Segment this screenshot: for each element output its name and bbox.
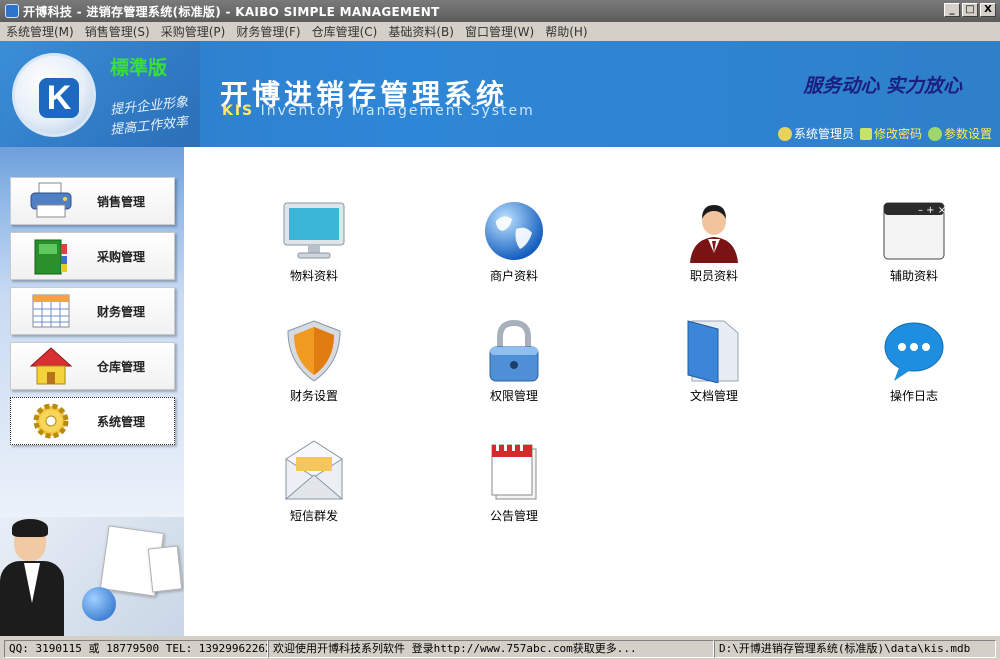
tile-finance-settings[interactable]: 财务设置 <box>264 319 364 404</box>
sidebar-item-sales[interactable]: 销售管理 <box>10 177 175 225</box>
window-title: 开博科技 - 进销存管理系统(标准版) - KAIBO SIMPLE MANAG… <box>23 4 440 19</box>
book-icon <box>29 236 73 276</box>
tile-auxiliary-data[interactable]: – + × 辅助资料 <box>864 199 964 284</box>
menu-purchase[interactable]: 采购管理(P) <box>161 23 226 40</box>
logo-letter: K <box>39 78 79 118</box>
close-button[interactable]: X <box>980 3 996 17</box>
globe-icon <box>482 199 546 263</box>
sidebar-label-warehouse: 仓库管理 <box>97 359 146 374</box>
tile-sms-broadcast[interactable]: 短信群发 <box>264 439 364 524</box>
menu-basic-data[interactable]: 基础资料(B) <box>388 23 454 40</box>
header-banner: K 標準版 提升企业形象 提高工作效率 开博进销存管理系统 KIS Invent… <box>0 41 1000 147</box>
sidebar-item-finance[interactable]: 财务管理 <box>10 287 175 335</box>
menu-warehouse[interactable]: 仓库管理(C) <box>312 23 378 40</box>
sidebar-label-sales: 销售管理 <box>97 194 146 209</box>
tile-label-announcement-management: 公告管理 <box>489 509 538 523</box>
window-controls: _ □ X <box>944 3 996 17</box>
header-links: 系统管理员 修改密码 参数设置 <box>777 125 992 142</box>
app-icon <box>5 4 19 18</box>
motto: 服务动心 实力放心 <box>803 75 962 97</box>
tile-announcement-management[interactable]: 公告管理 <box>464 439 564 524</box>
tile-label-operation-log: 操作日志 <box>889 389 938 403</box>
tile-label-permission-management: 权限管理 <box>489 389 538 403</box>
menu-help[interactable]: 帮助(H) <box>545 23 587 40</box>
logo-circle: K <box>12 53 96 137</box>
tile-label-document-management: 文档管理 <box>689 389 738 403</box>
envelope-icon <box>282 439 346 503</box>
logo-area: K 標準版 提升企业形象 提高工作效率 <box>0 41 200 147</box>
ad-person-hair <box>12 519 48 537</box>
tile-label-auxiliary-data: 辅助资料 <box>889 269 938 283</box>
system-subtitle: KIS Inventory Management System <box>222 103 535 119</box>
menu-sales[interactable]: 销售管理(S) <box>85 23 150 40</box>
printer-icon <box>29 181 73 221</box>
minimize-button[interactable]: _ <box>944 3 960 17</box>
status-db-path: D:\开博进销存管理系统(标准版)\data\kis.mdb <box>714 640 996 658</box>
ad-card-small <box>147 545 183 593</box>
current-user-label: 系统管理员 <box>793 127 854 141</box>
user-icon <box>777 126 792 141</box>
edition-label: 標準版 <box>110 57 168 79</box>
advertisement-image <box>0 517 184 636</box>
tile-document-management[interactable]: 文档管理 <box>664 319 764 404</box>
notepad-icon <box>482 439 546 503</box>
menu-finance[interactable]: 财务管理(F) <box>236 23 300 40</box>
sidebar-label-finance: 财务管理 <box>97 304 146 319</box>
shield-icon <box>282 319 346 383</box>
maximize-button[interactable]: □ <box>962 3 978 17</box>
tile-permission-management[interactable]: 权限管理 <box>464 319 564 404</box>
sidebar: 销售管理 采购管理 财务管理 仓库管理 系统管理 <box>0 147 184 636</box>
tile-label-finance-settings: 财务设置 <box>289 389 338 403</box>
monitor-icon <box>282 199 346 263</box>
tile-operation-log[interactable]: 操作日志 <box>864 319 964 404</box>
chat-bubble-icon <box>882 319 946 383</box>
settings-label: 参数设置 <box>943 127 992 141</box>
house-icon <box>29 346 73 386</box>
settings-link[interactable]: 参数设置 <box>927 125 992 142</box>
tile-material-data[interactable]: 物料资料 <box>264 199 364 284</box>
status-contact: QQ: 3190115 或 18779500 TEL: 13929962262 <box>4 640 268 658</box>
folder-icon <box>682 319 746 384</box>
change-password-link[interactable]: 修改密码 <box>859 125 922 142</box>
tile-label-merchant-data: 商户资料 <box>489 269 538 283</box>
sidebar-label-purchase: 采购管理 <box>97 249 146 264</box>
tile-merchant-data[interactable]: 商户资料 <box>464 199 564 284</box>
menu-system[interactable]: 系统管理(M) <box>6 23 74 40</box>
tile-label-material-data: 物料资料 <box>289 269 338 283</box>
status-welcome: 欢迎使用开博科技系列软件 登录http://www.757abc.com获取更多… <box>268 640 714 658</box>
window-icon: – + × <box>882 199 946 263</box>
window-titlebar[interactable]: 开博科技 - 进销存管理系统(标准版) - KAIBO SIMPLE MANAG… <box>0 0 1000 22</box>
svg-text:– + ×: – + × <box>918 205 946 216</box>
tile-staff-data[interactable]: 职员资料 <box>664 199 764 284</box>
current-user-link[interactable]: 系统管理员 <box>777 125 854 142</box>
sidebar-item-system[interactable]: 系统管理 <box>10 397 175 445</box>
settings-icon <box>927 126 942 141</box>
menu-bar: 系统管理(M) 销售管理(S) 采购管理(P) 财务管理(F) 仓库管理(C) … <box>0 22 1000 41</box>
sidebar-label-system: 系统管理 <box>97 414 146 429</box>
person-icon <box>682 199 746 263</box>
pencil-icon <box>859 127 872 140</box>
ad-globe <box>82 587 116 621</box>
change-password-label: 修改密码 <box>873 127 922 141</box>
menu-window[interactable]: 窗口管理(W) <box>465 23 534 40</box>
status-bar: QQ: 3190115 或 18779500 TEL: 13929962262 … <box>0 638 1000 660</box>
lock-icon <box>482 319 546 383</box>
tile-label-staff-data: 职员资料 <box>689 269 738 283</box>
subtitle-kis: KIS <box>222 103 255 119</box>
sidebar-item-warehouse[interactable]: 仓库管理 <box>10 342 175 390</box>
subtitle-rest: Inventory Management System <box>254 103 535 119</box>
tile-label-sms-broadcast: 短信群发 <box>289 509 338 523</box>
gear-icon <box>29 401 73 441</box>
sidebar-item-purchase[interactable]: 采购管理 <box>10 232 175 280</box>
calendar-icon <box>29 291 73 331</box>
main-panel: 物料资料 商户资料 职员资料 – + × 辅助资料 财务设置 权限管理 文档管理… <box>184 147 1000 636</box>
